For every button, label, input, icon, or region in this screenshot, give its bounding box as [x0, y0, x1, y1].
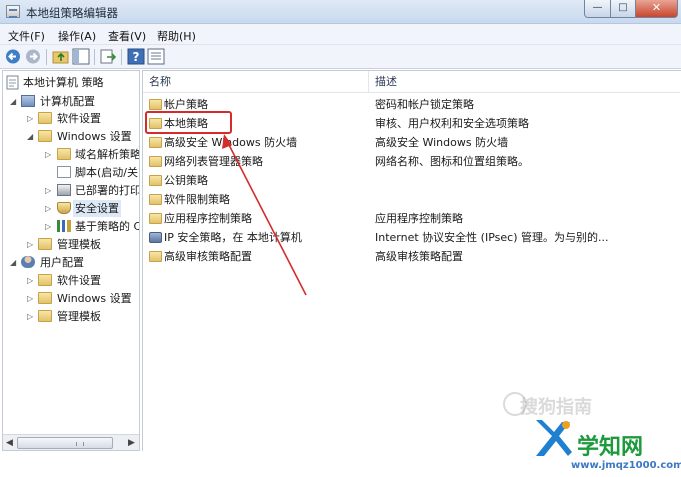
- site-name-watermark: 学知网: [577, 435, 644, 460]
- group-policy-editor-window: 本地组策略编辑器 — □ ✕ 文件(F) 操作(A) 查看(V) 帮助(H) ?: [0, 0, 681, 477]
- xuezhiwang-logo-icon: [536, 420, 572, 456]
- site-url-watermark: www.jmqz1000.com: [571, 460, 681, 471]
